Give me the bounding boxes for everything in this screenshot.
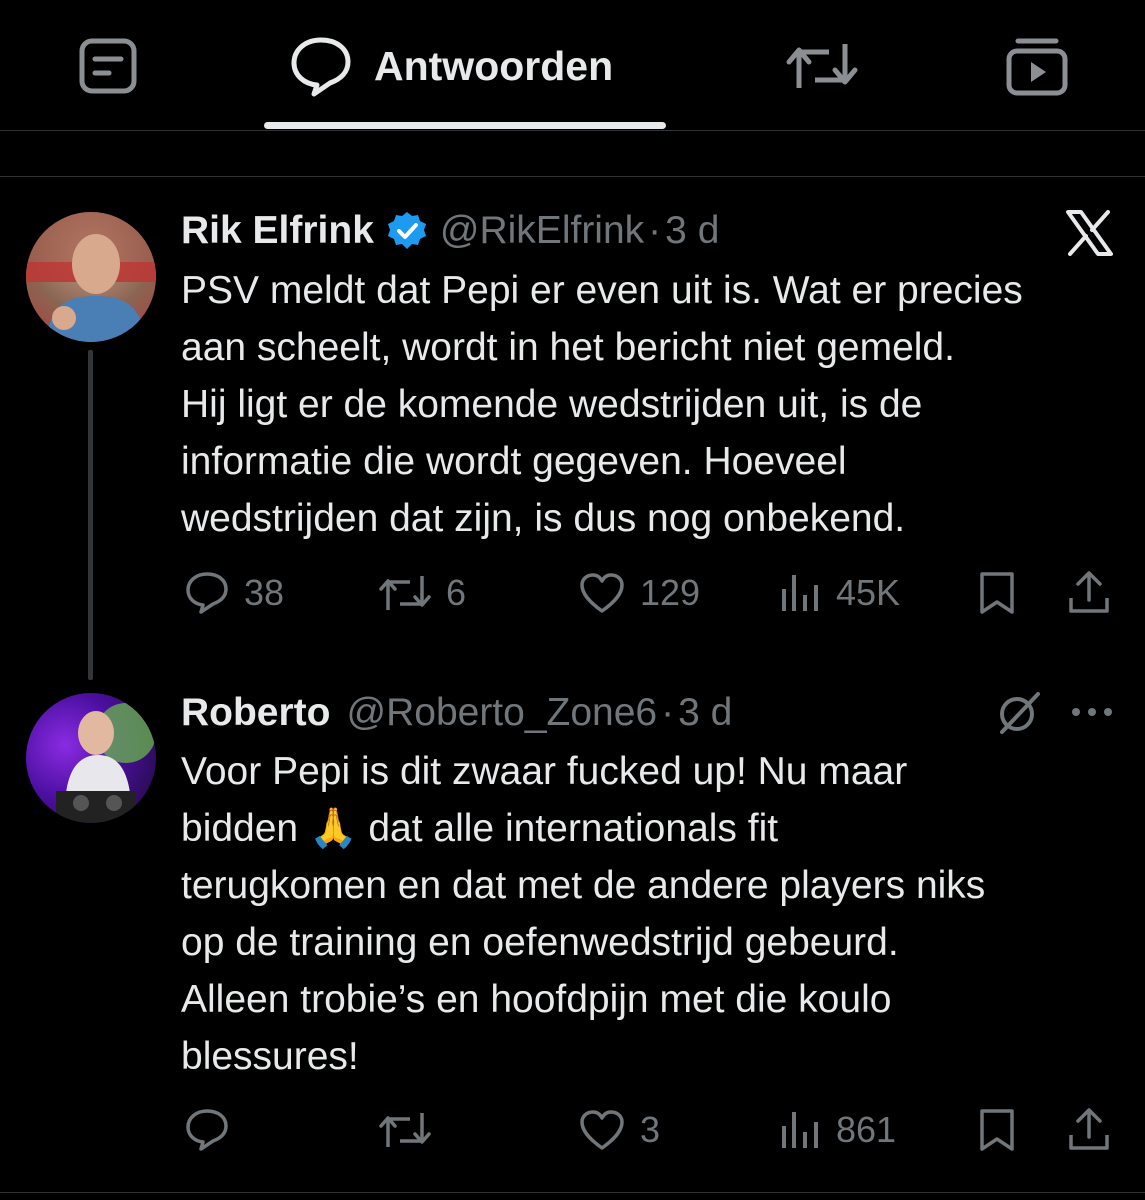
tweet-text-line: bidden 🙏 dat alle internationals fit bbox=[181, 807, 779, 850]
repost-count: 6 bbox=[446, 572, 467, 613]
verified-badge-icon bbox=[387, 212, 426, 249]
bookmark-icon bbox=[980, 1109, 1014, 1151]
timestamp[interactable]: 3 d bbox=[665, 209, 719, 253]
share-button[interactable] bbox=[1066, 1100, 1112, 1160]
reply-count: 38 bbox=[244, 572, 285, 613]
reply-button[interactable] bbox=[184, 1100, 244, 1160]
tweet-text: PSV meldt dat Pepi er even uit is. Wat e… bbox=[181, 262, 1131, 547]
reply-bubble-icon bbox=[291, 37, 351, 97]
tweet-text-line: blessures! bbox=[181, 1035, 359, 1078]
share-icon bbox=[1069, 571, 1109, 613]
more-options-icon[interactable] bbox=[1070, 706, 1114, 718]
avatar-image bbox=[56, 703, 156, 823]
tweet-actions: 3 861 bbox=[0, 1100, 1145, 1160]
avatar[interactable] bbox=[26, 693, 156, 823]
tweet-text-line: PSV meldt dat Pepi er even uit is. Wat e… bbox=[181, 269, 1023, 312]
view-count: 45K bbox=[836, 572, 901, 613]
retweet-icon bbox=[379, 1113, 431, 1147]
tweet-actions: 38 6 129 45K bbox=[0, 563, 1145, 623]
tab-replies[interactable]: Antwoorden bbox=[288, 26, 648, 106]
tweet-header: Rik Elfrink @RikElfrink · 3 d bbox=[181, 206, 719, 256]
bookmark-button[interactable] bbox=[976, 563, 1018, 623]
x-logo-icon bbox=[1066, 210, 1113, 256]
tab-articles[interactable] bbox=[72, 26, 144, 106]
avatar[interactable] bbox=[26, 212, 156, 342]
author-name[interactable]: Rik Elfrink bbox=[181, 209, 374, 253]
heart-icon bbox=[580, 1110, 624, 1150]
timestamp[interactable]: 3 d bbox=[678, 691, 732, 735]
share-button[interactable] bbox=[1066, 563, 1112, 623]
thread-connector bbox=[88, 350, 93, 680]
heart-icon bbox=[580, 573, 624, 613]
divider bbox=[0, 130, 1145, 131]
tweet-header: Roberto @Roberto_Zone6 · 3 d bbox=[181, 688, 732, 738]
like-button[interactable]: 129 bbox=[578, 563, 700, 623]
repost-button[interactable]: 6 bbox=[378, 563, 466, 623]
divider bbox=[0, 176, 1145, 177]
bookmark-button[interactable] bbox=[976, 1100, 1018, 1160]
like-count: 3 bbox=[640, 1109, 661, 1150]
grok-icon[interactable] bbox=[996, 690, 1042, 736]
retweet-icon bbox=[379, 576, 431, 610]
repost-button[interactable] bbox=[378, 1100, 446, 1160]
tweet-text-line: Hij ligt er de komende wedstrijden uit, … bbox=[181, 383, 923, 426]
reply-icon bbox=[186, 572, 228, 614]
article-icon bbox=[79, 38, 137, 94]
author-handle[interactable]: @RikElfrink bbox=[440, 209, 644, 253]
views-button[interactable]: 861 bbox=[778, 1100, 896, 1160]
separator-dot: · bbox=[648, 209, 662, 252]
view-count: 861 bbox=[836, 1109, 897, 1150]
tab-replies-label: Antwoorden bbox=[374, 42, 614, 89]
tweet-text: Voor Pepi is dit zwaar fucked up! Nu maa… bbox=[181, 743, 1131, 1085]
tab-videos[interactable] bbox=[1000, 26, 1074, 106]
separator-dot: · bbox=[661, 691, 675, 734]
tab-bar: Antwoorden bbox=[0, 0, 1145, 130]
reply-icon bbox=[186, 1109, 228, 1151]
author-name[interactable]: Roberto bbox=[181, 691, 331, 735]
bookmark-icon bbox=[980, 572, 1014, 614]
share-icon bbox=[1069, 1108, 1109, 1150]
views-button[interactable]: 45K bbox=[778, 563, 900, 623]
like-count: 129 bbox=[640, 572, 701, 613]
retweet-icon bbox=[786, 44, 858, 88]
tweet-text-line: Alleen trobie’s en hoofdpijn met die kou… bbox=[181, 978, 892, 1021]
reply-button[interactable]: 38 bbox=[184, 563, 284, 623]
tab-reposts[interactable] bbox=[785, 26, 859, 106]
analytics-icon bbox=[782, 1112, 818, 1148]
avatar-image bbox=[26, 212, 156, 342]
divider bbox=[0, 1192, 1145, 1193]
tweet-text-line: Voor Pepi is dit zwaar fucked up! Nu maa… bbox=[181, 750, 908, 793]
active-tab-indicator bbox=[264, 122, 666, 129]
tweet-text-line: informatie die wordt gegeven. Hoeveel bbox=[181, 440, 847, 483]
video-icon bbox=[1006, 38, 1068, 96]
tweet-text-line: terugkomen en dat met de andere players … bbox=[181, 864, 986, 907]
like-button[interactable]: 3 bbox=[578, 1100, 660, 1160]
tweet-text-line: aan scheelt, wordt in het bericht niet g… bbox=[181, 326, 955, 369]
tweet-text-line: wedstrijden dat zijn, is dus nog onbeken… bbox=[181, 497, 906, 540]
tweet-text-line: op de training en oefenwedstrijd gebeurd… bbox=[181, 921, 899, 964]
author-handle[interactable]: @Roberto_Zone6 bbox=[347, 691, 658, 735]
analytics-icon bbox=[782, 575, 818, 611]
